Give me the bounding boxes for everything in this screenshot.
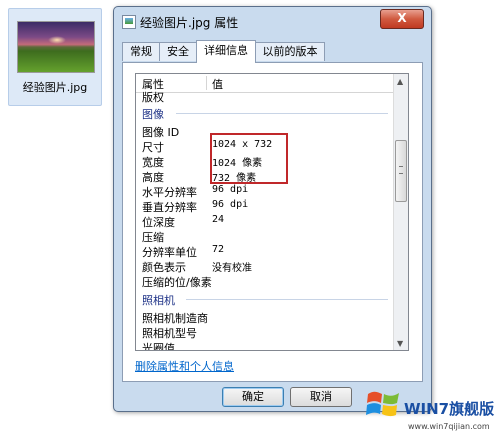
property-row[interactable]: 水平分辨率 96 dpi: [136, 184, 394, 199]
dialog-title: 经验图片.jpg 属性: [140, 16, 239, 30]
watermark-brand: WIN7旗舰版: [404, 400, 495, 418]
ok-button[interactable]: 确定: [222, 387, 284, 407]
properties-dialog: 经验图片.jpg 属性 X 常规 安全 详细信息 以前的版本 属性 值 版权 图…: [113, 6, 432, 412]
property-name: 图像 ID: [142, 126, 180, 139]
property-name: 版权: [142, 91, 164, 104]
property-name: 宽度: [142, 156, 164, 169]
watermark-logo: WIN7旗舰版 www.win7qijian.com: [352, 384, 500, 437]
scroll-down-arrow-icon[interactable]: ▼: [397, 339, 403, 348]
property-rows: 版权 图像 图像 ID 尺寸 1024 x 732 宽度 1024 像素 高度 …: [136, 91, 394, 351]
property-name: 压缩的位/像素: [142, 276, 212, 289]
property-row[interactable]: 压缩: [136, 229, 394, 244]
property-row[interactable]: 版权: [136, 89, 394, 104]
property-row[interactable]: 照相机型号: [136, 325, 394, 340]
tab-general[interactable]: 常规: [122, 42, 160, 61]
image-thumbnail: [17, 21, 95, 73]
property-row[interactable]: 光圈值: [136, 340, 394, 351]
scroll-up-arrow-icon[interactable]: ▲: [397, 77, 403, 86]
watermark-url: www.win7qijian.com: [408, 422, 490, 431]
property-row[interactable]: 压缩的位/像素: [136, 274, 394, 289]
annotation-highlight-box: [210, 133, 288, 184]
property-value: 没有校准: [212, 263, 252, 274]
group-header-image: 图像: [136, 106, 394, 121]
property-name: 高度: [142, 171, 164, 184]
close-button[interactable]: X: [380, 9, 424, 29]
property-name: 照相机制造商: [142, 312, 208, 325]
property-row[interactable]: 垂直分辨率 96 dpi: [136, 199, 394, 214]
property-name: 水平分辨率: [142, 186, 197, 199]
property-name: 位深度: [142, 216, 175, 229]
file-type-icon: [122, 15, 136, 29]
group-header-camera: 照相机: [136, 292, 394, 307]
property-name: 尺寸: [142, 141, 164, 154]
property-value: 72: [212, 244, 225, 255]
property-row[interactable]: 照相机制造商: [136, 310, 394, 325]
property-row[interactable]: 颜色表示 没有校准: [136, 259, 394, 274]
property-value: 24: [212, 214, 225, 225]
property-row[interactable]: 分辨率单位 72: [136, 244, 394, 259]
vertical-scrollbar[interactable]: ▲ ▼: [393, 74, 408, 350]
scrollbar-thumb[interactable]: [395, 140, 407, 202]
file-name-label: 经验图片.jpg: [22, 81, 88, 94]
property-list[interactable]: 属性 值 版权 图像 图像 ID 尺寸 1024 x 732 宽度 1024 像…: [135, 73, 409, 351]
title-bar[interactable]: 经验图片.jpg 属性 X: [114, 7, 431, 35]
property-name: 颜色表示: [142, 261, 186, 274]
tab-security[interactable]: 安全: [159, 42, 197, 61]
property-row[interactable]: 位深度 24: [136, 214, 394, 229]
property-name: 光圈值: [142, 342, 175, 351]
property-value: 96 dpi: [212, 184, 249, 195]
property-name: 垂直分辨率: [142, 201, 197, 214]
property-name: 分辨率单位: [142, 246, 197, 259]
desktop-file-icon[interactable]: 经验图片.jpg: [8, 8, 102, 106]
property-value: 96 dpi: [212, 199, 249, 210]
windows-logo-icon: [366, 391, 399, 417]
tab-details[interactable]: 详细信息: [196, 40, 256, 63]
details-panel: 属性 值 版权 图像 图像 ID 尺寸 1024 x 732 宽度 1024 像…: [122, 62, 423, 382]
cancel-button[interactable]: 取消: [290, 387, 352, 407]
property-name: 压缩: [142, 231, 164, 244]
property-name: 照相机型号: [142, 327, 197, 340]
remove-properties-link[interactable]: 删除属性和个人信息: [135, 358, 234, 374]
tab-previous-versions[interactable]: 以前的版本: [255, 42, 325, 61]
